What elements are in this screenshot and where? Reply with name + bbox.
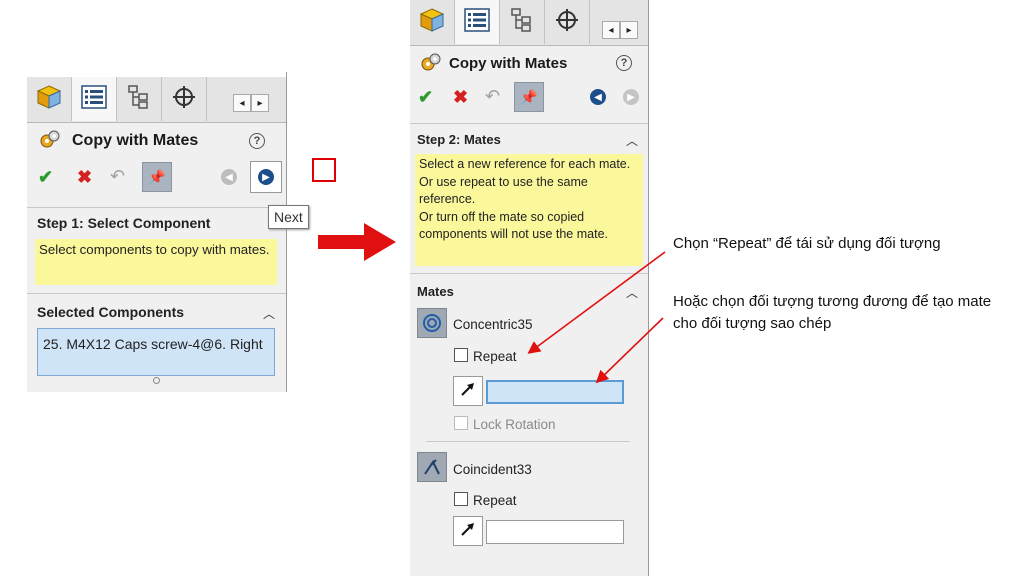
panel-splitter[interactable] (286, 72, 287, 392)
repeat-annotation: Chọn “Repeat” để tái sử dụng đối tượng (673, 235, 941, 252)
tab-scroll-arrows: ◂ ▸ (233, 94, 269, 112)
panel-title: Copy with Mates (449, 55, 568, 72)
tab-feature-manager[interactable] (410, 0, 455, 44)
scroll-left-icon[interactable]: ◂ (233, 94, 251, 112)
back-arrow-icon[interactable]: ◀ (221, 169, 237, 185)
back-arrow-icon[interactable]: ◀ (590, 89, 606, 105)
assembly-cube-icon (35, 83, 63, 116)
scroll-right-icon[interactable]: ▸ (251, 94, 269, 112)
mate-name: Concentric35 (453, 317, 533, 332)
diagonal-arrow-icon (458, 379, 478, 404)
repeat-checkbox[interactable] (454, 348, 468, 362)
section-divider (410, 123, 648, 124)
tab-scroll-arrows: ◂ ▸ (602, 21, 638, 39)
panel-title: Copy with Mates (72, 132, 199, 149)
cancel-x-icon[interactable]: ✖ (453, 87, 468, 107)
undo-icon[interactable]: ↶ (485, 86, 500, 106)
lock-rotation-checkbox[interactable] (454, 416, 468, 430)
tab-property-manager[interactable] (72, 77, 117, 121)
next-tooltip: Next (268, 205, 309, 229)
section-divider (410, 273, 648, 274)
tab-dimxpert-manager[interactable] (545, 0, 590, 44)
tab-configuration-manager[interactable] (117, 77, 162, 121)
reference-annotation: Hoặc chọn đối tượng tương đương để tạo m… (673, 293, 992, 332)
question-icon[interactable]: ? (249, 133, 265, 149)
tab-configuration-manager[interactable] (500, 0, 545, 44)
resize-handle-icon[interactable] (153, 377, 160, 384)
scroll-left-icon[interactable]: ◂ (602, 21, 620, 39)
tab-dimxpert-manager[interactable] (162, 77, 207, 121)
next-button[interactable]: ▶ (250, 161, 282, 193)
pushpin-icon: 📌 (148, 168, 166, 185)
pin-toggle-button[interactable]: 📌 (142, 162, 172, 192)
tab-property-manager[interactable] (455, 0, 500, 44)
reference-input[interactable] (486, 380, 624, 404)
collapse-caret-icon[interactable]: ︿ (626, 132, 638, 149)
step1-header: Step 1: Select Component (37, 215, 211, 231)
section-divider (27, 293, 287, 294)
repeat-checkbox[interactable] (454, 492, 468, 506)
right-property-manager: ◂ ▸ Copy with Mates ? ✔ ✖ ↶ 📌 ◀ ▶ Step 2… (410, 0, 648, 576)
mate-divider (426, 441, 630, 442)
diagonal-arrow-icon (458, 519, 478, 544)
scroll-right-icon[interactable]: ▸ (620, 21, 638, 39)
next-arrow-icon: ▶ (258, 169, 274, 185)
repeat-label: Repeat (473, 349, 517, 364)
reference-input[interactable] (486, 520, 624, 544)
panel-splitter[interactable] (648, 0, 649, 576)
step2-header: Step 2: Mates (417, 132, 501, 147)
ok-checkmark-icon[interactable]: ✔ (418, 87, 433, 107)
tab-feature-manager[interactable] (27, 77, 72, 121)
assembly-cube-icon (418, 6, 446, 39)
collapse-caret-icon[interactable]: ︿ (626, 284, 638, 301)
collapse-caret-icon[interactable]: ︿ (263, 305, 275, 322)
pin-toggle-button[interactable]: 📌 (514, 82, 544, 112)
undo-icon[interactable]: ↶ (110, 166, 125, 186)
coincident-mate-icon (417, 452, 447, 482)
highlight-square (312, 158, 336, 182)
selected-component-item[interactable]: 25. M4X12 Caps screw-4@6. Right (43, 336, 263, 352)
reference-select-button[interactable] (453, 376, 483, 406)
next-arrow-icon[interactable]: ▶ (623, 89, 639, 105)
property-list-icon (464, 7, 490, 37)
question-icon[interactable]: ? (616, 55, 632, 71)
crosshair-icon (171, 84, 197, 115)
property-list-icon (81, 84, 107, 114)
mate-name: Coincident33 (453, 462, 532, 477)
reference-select-button[interactable] (453, 516, 483, 546)
copy-with-mates-icon (420, 52, 442, 78)
section-divider (27, 207, 287, 208)
selected-components-list[interactable]: 25. M4X12 Caps screw-4@6. Right (37, 328, 275, 376)
selected-components-header: Selected Components (37, 304, 185, 320)
transition-arrow (318, 223, 396, 261)
configuration-tree-icon (509, 7, 535, 38)
lock-rotation-label: Lock Rotation (473, 417, 556, 432)
configuration-tree-icon (126, 84, 152, 115)
step1-message: Select components to copy with mates. (35, 239, 277, 285)
ok-checkmark-icon[interactable]: ✔ (38, 167, 53, 187)
concentric-mate-icon (417, 308, 447, 338)
copy-with-mates-icon (39, 129, 61, 155)
cancel-x-icon[interactable]: ✖ (77, 167, 92, 187)
step2-message: Select a new reference for each mate. Or… (415, 154, 643, 266)
pushpin-icon: 📌 (520, 88, 538, 105)
mates-header: Mates (417, 284, 454, 299)
crosshair-icon (554, 7, 580, 38)
repeat-label: Repeat (473, 493, 517, 508)
left-property-manager: ◂ ▸ Copy with Mates ? ✔ ✖ ↶ 📌 ◀ ▶ Step 1… (27, 77, 287, 392)
